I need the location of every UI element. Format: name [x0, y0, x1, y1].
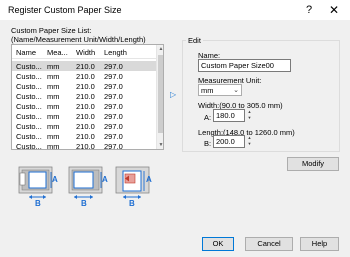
- row-name-cell: Custo...: [16, 132, 42, 141]
- row-unit-cell: mm: [47, 112, 60, 121]
- row-width-cell: 210.0: [76, 112, 95, 121]
- diagram-3-label-b: B: [129, 199, 135, 208]
- row-width-cell: 210.0: [76, 102, 95, 111]
- row-name-cell: Custo...: [16, 112, 42, 121]
- width-a-label: A:: [204, 113, 212, 122]
- length-b-spinner[interactable]: ▲ ▼: [245, 135, 254, 148]
- width-a-field[interactable]: 180.0: [213, 109, 245, 122]
- row-length-cell: 297.0: [104, 122, 123, 131]
- row-length-cell: 297.0: [104, 132, 123, 141]
- chevron-down-icon: ⌄: [233, 87, 239, 94]
- diagram-2-label-b: B: [81, 199, 87, 208]
- paper-orientation-diagram-1: A B: [18, 163, 58, 208]
- row-name-cell: Custo...: [16, 102, 42, 111]
- list-scrollbar[interactable]: ▲ ▼: [156, 45, 163, 149]
- list-row[interactable]: Custo... mm 210.0 297.0: [12, 81, 156, 91]
- measurement-unit-value: mm: [201, 86, 214, 95]
- row-unit-cell: mm: [47, 102, 60, 111]
- row-name-cell: Custo...: [16, 122, 42, 131]
- paper-orientation-diagram-2: A B: [68, 163, 108, 208]
- cancel-button[interactable]: Cancel: [245, 237, 293, 251]
- diagram-2-label-a: A: [102, 175, 108, 184]
- diagram-1-label-b: B: [35, 199, 41, 208]
- measurement-unit-select[interactable]: mm ⌄: [198, 84, 242, 96]
- custom-paper-size-list[interactable]: Name Mea... Width Length Custo... mm 210.0…: [11, 44, 164, 150]
- list-row[interactable]: Custo... mm 210.0 297.0: [12, 111, 156, 121]
- scroll-up-icon[interactable]: ▲: [157, 45, 163, 53]
- list-header: Name Mea... Width Length: [12, 45, 156, 59]
- list-row[interactable]: Custo... mm 210.0 297.0: [12, 91, 156, 101]
- list-row[interactable]: Custo... mm 210.0 297.0: [12, 61, 156, 71]
- row-width-cell: 210.0: [76, 62, 95, 71]
- row-name-cell: Custo...: [16, 82, 42, 91]
- row-unit-cell: mm: [47, 142, 60, 150]
- scroll-thumb[interactable]: [158, 55, 163, 133]
- row-name-cell: Custo...: [16, 62, 42, 71]
- width-a-spinner[interactable]: ▲ ▼: [245, 109, 254, 122]
- list-row[interactable]: Custo... mm 210.0 297.0: [12, 101, 156, 111]
- transfer-arrow-icon: ▷: [170, 90, 177, 99]
- paper-orientation-diagram-3: A B: [115, 163, 155, 208]
- length-b-label: B:: [204, 139, 212, 148]
- list-row[interactable]: Custo... mm 210.0 297.0: [12, 131, 156, 141]
- title-bar: Register Custom Paper Size ? ✕: [0, 0, 350, 20]
- row-unit-cell: mm: [47, 72, 60, 81]
- row-unit-cell: mm: [47, 122, 60, 131]
- list-label-line1: Custom Paper Size List:: [11, 26, 92, 35]
- close-icon[interactable]: ✕: [322, 1, 346, 19]
- row-unit-cell: mm: [47, 92, 60, 101]
- spin-down-icon[interactable]: ▼: [245, 141, 254, 147]
- list-label: Custom Paper Size List: (Name/Measuremen…: [11, 26, 146, 44]
- list-row[interactable]: Custo... mm 210.0 297.0: [12, 71, 156, 81]
- diagram-3-label-a: A: [146, 175, 152, 184]
- window-title: Register Custom Paper Size: [8, 5, 122, 15]
- length-b-field[interactable]: 200.0: [213, 135, 245, 148]
- ok-button[interactable]: OK: [202, 237, 234, 251]
- name-field[interactable]: Custom Paper Size00: [198, 59, 291, 72]
- row-width-cell: 210.0: [76, 82, 95, 91]
- list-row[interactable]: Custo... mm 210.0 297.0: [12, 141, 156, 150]
- help-icon[interactable]: ?: [298, 1, 320, 19]
- modify-button[interactable]: Modify: [287, 157, 339, 171]
- list-label-line2: (Name/Measurement Unit/Width/Length): [11, 35, 146, 44]
- row-length-cell: 297.0: [104, 62, 123, 71]
- row-length-cell: 297.0: [104, 92, 123, 101]
- row-width-cell: 210.0: [76, 122, 95, 131]
- row-length-cell: 297.0: [104, 72, 123, 81]
- column-header-length[interactable]: Length: [104, 48, 127, 57]
- column-header-name[interactable]: Name: [16, 48, 36, 57]
- row-width-cell: 210.0: [76, 72, 95, 81]
- row-width-cell: 210.0: [76, 142, 95, 150]
- row-length-cell: 297.0: [104, 102, 123, 111]
- row-width-cell: 210.0: [76, 92, 95, 101]
- row-name-cell: Custo...: [16, 92, 42, 101]
- row-length-cell: 297.0: [104, 112, 123, 121]
- row-name-cell: Custo...: [16, 72, 42, 81]
- row-length-cell: 297.0: [104, 82, 123, 91]
- spin-down-icon[interactable]: ▼: [245, 115, 254, 121]
- edit-group-title: Edit: [186, 36, 203, 45]
- scroll-down-icon[interactable]: ▼: [157, 141, 163, 149]
- row-unit-cell: mm: [47, 132, 60, 141]
- column-header-width[interactable]: Width: [76, 48, 95, 57]
- help-button[interactable]: Help: [300, 237, 339, 251]
- row-unit-cell: mm: [47, 82, 60, 91]
- row-width-cell: 210.0: [76, 132, 95, 141]
- list-row[interactable]: Custo... mm 210.0 297.0: [12, 121, 156, 131]
- row-name-cell: Custo...: [16, 142, 42, 150]
- diagram-1-label-a: A: [52, 175, 58, 184]
- column-header-unit[interactable]: Mea...: [47, 48, 68, 57]
- row-length-cell: 297.0: [104, 142, 123, 150]
- row-unit-cell: mm: [47, 62, 60, 71]
